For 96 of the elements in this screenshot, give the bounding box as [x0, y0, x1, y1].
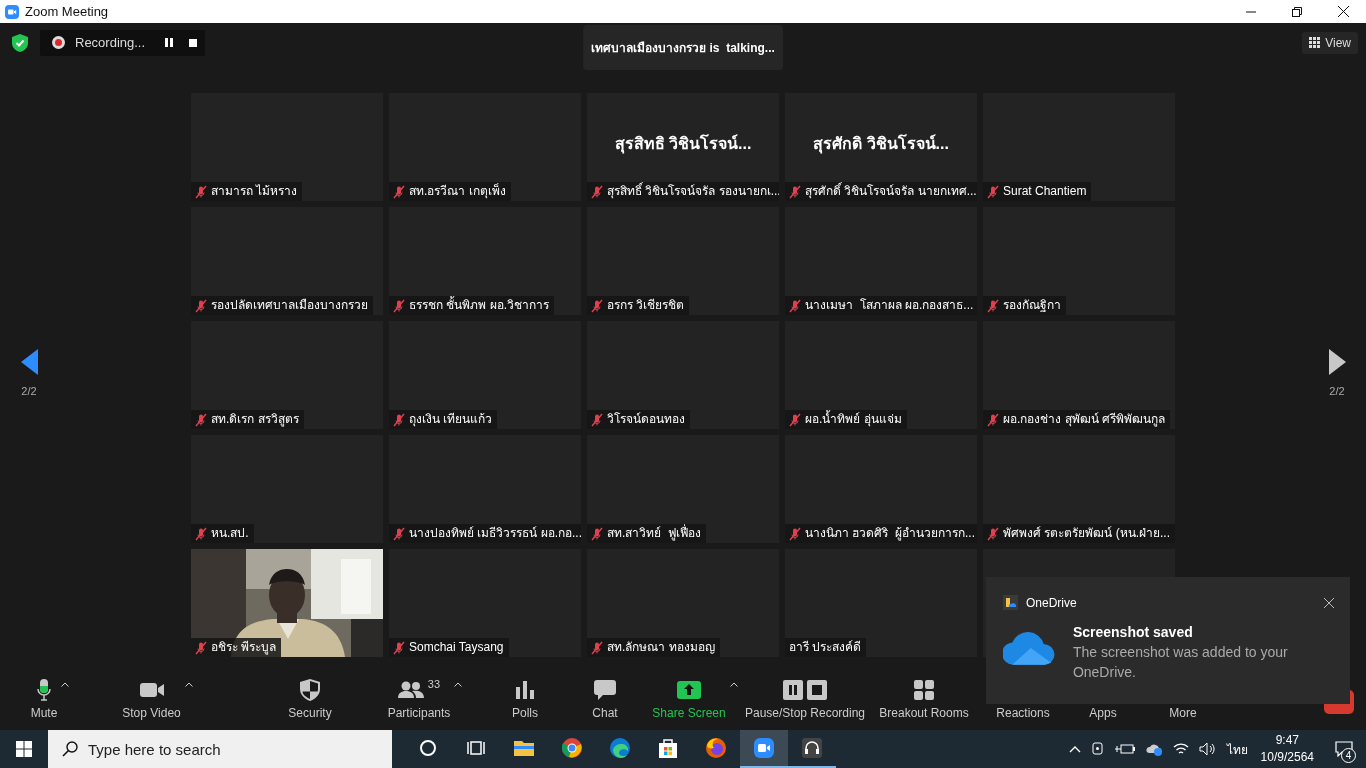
toolbar-button[interactable]: Chat	[590, 678, 620, 720]
speaker-icon	[1198, 742, 1217, 756]
zoom-logo-icon	[5, 4, 19, 19]
pause-icon	[165, 38, 174, 47]
notification-title: Screenshot saved	[1072, 624, 1194, 640]
participant-name: สุรสิทธิ วิชินโรจน์...	[613, 133, 753, 156]
language-button[interactable]: ไทย	[1221, 730, 1253, 768]
participant-name: พัศพงศ์ รตะตรัยพัฒน์ (หน.ฝ่าย...	[1003, 526, 1170, 541]
participant-name: สท.ดิเรก สรวิสูตร	[211, 412, 299, 427]
close-icon[interactable]	[1337, 6, 1349, 17]
participant-name: สท.สาวิทย์ ฟูเฟื่อง	[607, 526, 701, 541]
left-arrow-icon	[20, 349, 38, 375]
participant-name: สุรศักดิ วิชินโรจน์...	[812, 133, 950, 156]
mic-icon	[37, 679, 51, 701]
participant-name: นางเมษา โสภาผล ผอ.กองสาธ...	[805, 298, 974, 313]
caret-up-icon	[454, 682, 463, 687]
view-button[interactable]: View	[1302, 31, 1358, 54]
participant-name: หน.สป.	[211, 526, 249, 541]
camera-icon	[1090, 741, 1105, 757]
recording-status: Recording...	[75, 35, 146, 50]
bar-chart-icon	[516, 681, 534, 699]
video-camera-icon	[753, 737, 775, 759]
folder-cloud-icon	[1003, 595, 1018, 610]
participant-name: Surat Chantiem	[1003, 184, 1087, 199]
participant-name: ธรรชก ชั้นพิภพ ผอ.วิชาการ	[409, 298, 549, 313]
participant-name: อรกร วิเชียรชิต	[607, 298, 685, 313]
participant-name: นางปองทิพย์ เมธีวิวรรธน์ ผอ.กอ...	[409, 526, 581, 541]
wifi-icon	[1172, 742, 1189, 756]
recording-dot-icon	[52, 36, 65, 49]
four-squares-icon	[914, 680, 934, 700]
notification-center-button[interactable]: 4	[1322, 730, 1366, 768]
notification-app-name: OneDrive	[1026, 595, 1077, 610]
active-speaker-banner: เทศบาลเมืองบางกรวย is talking...	[583, 25, 783, 70]
page-indicator: 2/2	[1329, 385, 1345, 397]
chrome-icon	[561, 737, 583, 759]
cloud-sync-icon	[1144, 742, 1163, 756]
close-icon	[1324, 597, 1334, 608]
window-title: Zoom Meeting	[25, 4, 110, 19]
headphones-icon	[801, 737, 823, 759]
participant-name: สท.ลักษณา ทองมอญ	[607, 640, 715, 655]
participant-name: อชิระ พีระบูล	[211, 640, 277, 655]
caret-up-icon	[729, 682, 738, 687]
participant-count: 33	[427, 678, 441, 690]
taskbar-app-button[interactable]	[740, 730, 788, 768]
caret-up-icon	[61, 682, 70, 687]
participant-name: นางนิภา ฮวดศิริ ผู้อำนวยการก...	[805, 526, 975, 541]
message-icon	[1335, 741, 1353, 757]
toolbar-button[interactable]: Polls	[510, 678, 540, 720]
toolbar-button[interactable]: 33 Participants	[385, 678, 453, 720]
edge-icon	[609, 737, 631, 759]
toolbar-button[interactable]: Share Screen	[650, 678, 728, 720]
participant-name: สามารถ ไม้หราง	[211, 184, 298, 199]
next-page-button[interactable]	[1328, 349, 1346, 375]
toolbar-button[interactable]: Stop Video	[120, 678, 183, 720]
participant-name: รองกัณฐิกา	[1003, 298, 1061, 313]
stop-icon	[189, 38, 198, 47]
toolbar-button[interactable]: Pause/Stop Recording	[742, 678, 868, 720]
right-arrow-icon	[1328, 349, 1346, 375]
participant-name: อารี ประสงค์ดี	[789, 640, 862, 655]
share-screen-icon	[677, 681, 701, 699]
grid-icon	[1309, 37, 1321, 48]
clock-date: 10/9/2564	[1260, 749, 1314, 766]
notification-count: 4	[1341, 748, 1356, 763]
shield-icon	[300, 679, 320, 701]
close-button[interactable]	[1324, 597, 1334, 608]
toolbar-button[interactable]: Mute	[28, 678, 60, 720]
participant-name: วิโรจน์ดอนทอง	[607, 412, 685, 427]
toolbar-button[interactable]: Security	[286, 678, 334, 720]
participant-name: ถุงเงิน เทียนแก้ว	[409, 412, 493, 427]
fox-globe-icon	[705, 737, 727, 759]
search-field[interactable]: Type here to search	[48, 730, 392, 768]
pause-stop-icon	[783, 680, 827, 700]
participant-name: สุรศักดิ์ วิชินโรจน์จรัล นายกเทศ...	[805, 184, 977, 199]
battery-plug-icon	[1114, 743, 1135, 755]
caret-up-icon	[184, 682, 193, 687]
participant-name: สท.อรวีณา เกตุเพ็ง	[409, 184, 506, 199]
page-indicator: 2/2	[21, 385, 37, 397]
toolbar-button[interactable]: Reactions	[994, 678, 1052, 720]
store-bag-icon	[657, 737, 679, 759]
participant-name: ผอ.กองช่าง สุพัฒน์ ศรีพิพัฒนกูล	[1003, 412, 1165, 427]
participant-name: Somchai Taysang	[409, 640, 504, 655]
video-camera-icon	[139, 682, 164, 698]
clock-time: 9:47	[1275, 732, 1299, 749]
participant-name: รองปลัดเทศบาลเมืองบางกรวย	[211, 298, 368, 313]
cortana-circle-icon	[417, 737, 439, 759]
restore-icon[interactable]	[1292, 6, 1302, 17]
cloud-icon	[1003, 630, 1055, 666]
speech-bubble-icon	[594, 680, 616, 700]
shield-check-icon	[12, 33, 28, 52]
windows-logo-icon	[16, 741, 32, 757]
participant-name: ผอ.น้ำทิพย์ อุ่นแจ่ม	[805, 412, 902, 427]
previous-page-button[interactable]	[20, 349, 38, 375]
toolbar-button[interactable]: Breakout Rooms	[877, 678, 971, 720]
participant-name: สุรสิทธิ์ วิชินโรจน์จรัล รองนายกเ...	[607, 184, 779, 199]
chevron-up-icon	[1068, 745, 1081, 753]
people-icon	[397, 681, 424, 699]
